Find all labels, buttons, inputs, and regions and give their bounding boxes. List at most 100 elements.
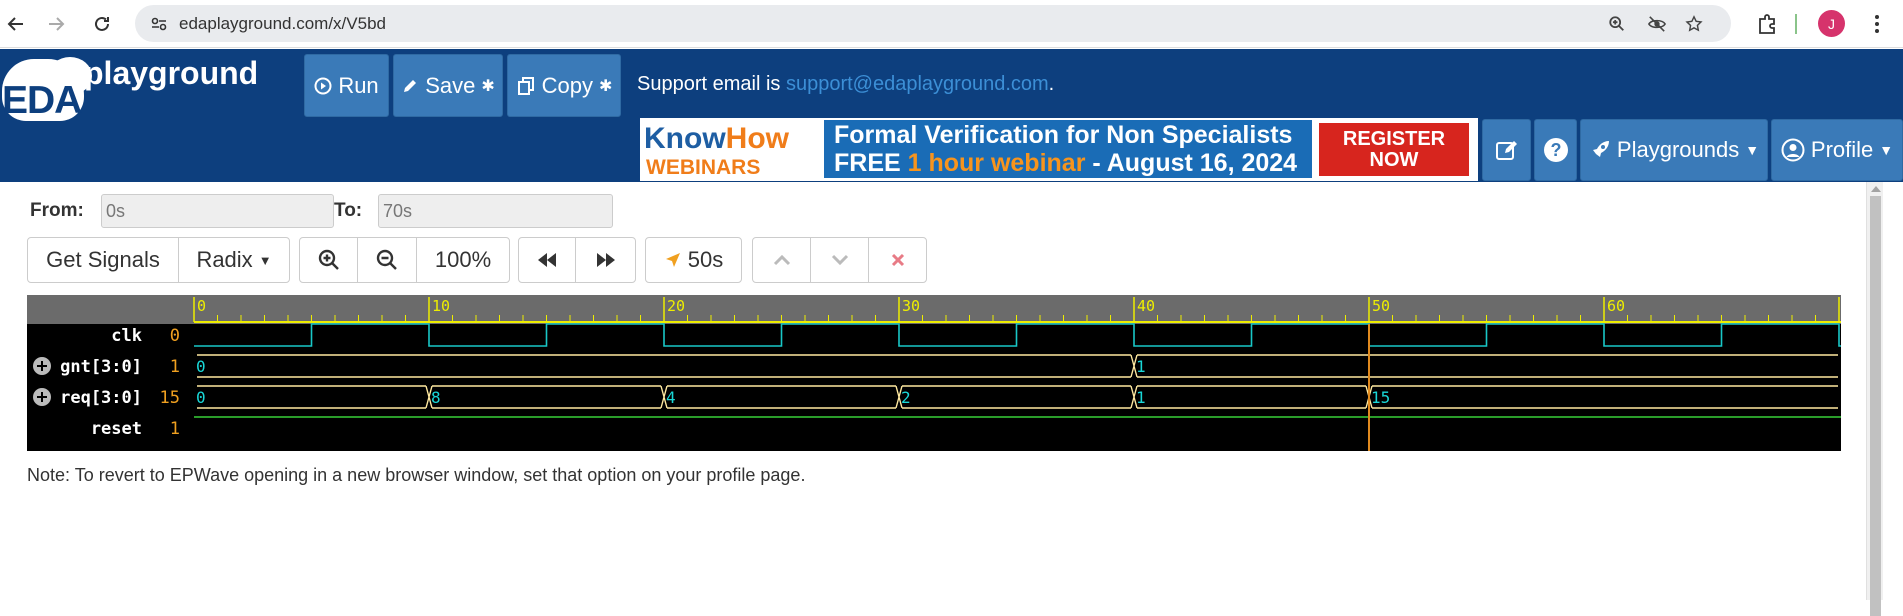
question-circle-icon: ? [1543, 138, 1568, 162]
banner-subtitle-suffix: - August 16, 2024 [1085, 149, 1298, 177]
banner-cta-line2: NOW [1369, 149, 1419, 171]
from-input[interactable] [101, 194, 334, 228]
playgrounds-label: Playgrounds [1616, 137, 1740, 162]
waveform-viewer[interactable]: 0 10 20 30 40 50 60 clk 0gnt[3:0] 1req[3:0] 15res… [27, 295, 1841, 451]
save-label: Save [425, 72, 476, 98]
support-prefix: Support email is [637, 73, 786, 95]
zoom-in-icon [318, 249, 339, 270]
zoom-in-button[interactable] [299, 237, 358, 283]
extensions-icon[interactable] [1752, 9, 1782, 39]
scrollbar-thumb[interactable] [1870, 196, 1881, 616]
banner-webinars-text: WEBINARS [646, 156, 761, 179]
ruler-tick-label: 30 [902, 297, 920, 315]
site-settings-icon[interactable] [149, 14, 169, 34]
prev-transition-button[interactable] [518, 237, 576, 283]
ruler-tick-label: 50 [1372, 297, 1390, 315]
playgrounds-dropdown[interactable]: Playgrounds ▼ [1580, 119, 1768, 181]
support-suffix: . [1048, 73, 1055, 95]
banner-register-button[interactable]: REGISTER NOW [1319, 123, 1469, 176]
to-label: To: [334, 200, 363, 221]
user-circle-icon [1781, 138, 1805, 162]
radix-dropdown[interactable]: Radix ▼ [178, 237, 290, 283]
ruler-tick-label: 60 [1607, 297, 1625, 315]
eda-playground-logo[interactable]: EDA playground [0, 53, 275, 122]
bus-value-label: 0 [196, 388, 206, 407]
ruler-tick-label: 10 [432, 297, 450, 315]
banner-title: Formal Verification for Non Specialists [834, 121, 1293, 149]
menu-kebab-icon[interactable] [1862, 9, 1892, 39]
get-signals-label: Get Signals [46, 247, 160, 272]
banner-subtitle-prefix: FREE [834, 149, 908, 177]
zoom-icon[interactable] [1608, 15, 1626, 33]
caret-down-icon: ▼ [1879, 142, 1894, 158]
signal-value: 1 [170, 419, 180, 439]
pencil-icon [404, 79, 417, 92]
page-scrollbar[interactable] [1866, 182, 1883, 616]
run-label: Run [338, 72, 379, 98]
url-text: edaplayground.com/x/V5bd [179, 14, 386, 33]
save-button[interactable]: Save ✱ [393, 54, 503, 117]
cursor-time-button[interactable]: 50s [645, 237, 742, 283]
banner-brand-how: How [725, 122, 789, 155]
zoom-level-button[interactable]: 100% [416, 237, 510, 283]
note-text: Note: To revert to EPWave opening in a n… [27, 465, 806, 485]
chevron-up-icon [773, 254, 790, 266]
rocket-icon [1592, 141, 1609, 157]
save-modified-mark: ✱ [481, 77, 495, 95]
forward-arrow-icon[interactable] [40, 8, 72, 40]
caret-down-icon: ▼ [1745, 142, 1760, 158]
bus-value-label: 2 [901, 388, 911, 407]
copy-label: Copy [541, 72, 593, 98]
close-icon [891, 253, 904, 267]
fast-forward-icon [596, 253, 615, 267]
bus-value-label: 0 [196, 357, 206, 376]
support-email-text: Support email is support@edaplayground.c… [637, 73, 1054, 96]
bookmark-star-icon[interactable] [1685, 15, 1703, 33]
cursor-time-label: 50s [687, 247, 724, 272]
reload-icon[interactable] [86, 8, 118, 40]
banner-cta-line1: REGISTER [1342, 128, 1446, 150]
banner-subtitle-highlight: 1 hour webinar [907, 149, 1086, 177]
address-bar[interactable]: edaplayground.com/x/V5bd [135, 5, 1731, 42]
scroll-up-arrow[interactable] [1871, 186, 1881, 192]
logo-eda-text: EDA [2, 79, 82, 122]
eda-header: EDA playground Run Save ✱ Copy ✱ Support e… [0, 49, 1903, 182]
zoom-out-button[interactable] [357, 237, 417, 283]
chevron-down-icon [831, 254, 848, 266]
move-up-button[interactable] [752, 237, 811, 283]
move-down-button[interactable] [810, 237, 869, 283]
time-ruler [27, 295, 1841, 324]
from-label: From: [30, 200, 84, 221]
bus-value-label: 1 [1136, 357, 1146, 376]
signal-value: 15 [160, 388, 180, 408]
location-arrow-icon [665, 253, 680, 267]
browser-toolbar: edaplayground.com/x/V5bd J [0, 0, 1903, 48]
to-input[interactable] [378, 194, 613, 228]
signal-name: reset [91, 419, 142, 439]
profile-dropdown[interactable]: Profile ▼ [1771, 119, 1903, 181]
remove-signal-button[interactable] [868, 237, 927, 283]
svg-text:?: ? [1550, 140, 1561, 160]
next-transition-button[interactable] [575, 237, 636, 283]
run-button[interactable]: Run [304, 54, 389, 117]
webinar-banner[interactable]: KnowHow WEBINARS Formal Verification for… [640, 118, 1478, 181]
eye-off-icon[interactable] [1646, 15, 1668, 33]
expand-signal-icon[interactable] [33, 357, 51, 375]
copy-button[interactable]: Copy ✱ [507, 54, 621, 117]
profile-label: Profile [1810, 137, 1874, 162]
ruler-tick-label: 0 [197, 297, 206, 315]
banner-brand-know: Know [644, 122, 726, 155]
banner-brand: KnowHow [644, 122, 789, 156]
back-arrow-icon[interactable] [0, 8, 32, 40]
expand-signal-icon[interactable] [33, 388, 51, 406]
bus-value-label: 1 [1136, 388, 1146, 407]
fast-backward-icon [538, 253, 556, 267]
profile-avatar[interactable]: J [1818, 10, 1845, 37]
help-button[interactable]: ? [1534, 119, 1577, 181]
caret-down-icon: ▼ [258, 252, 272, 268]
support-email-link[interactable]: support@edaplayground.com [786, 73, 1049, 95]
edit-button[interactable] [1482, 119, 1531, 181]
get-signals-button[interactable]: Get Signals [27, 237, 179, 283]
logo-playground-text: playground [84, 55, 259, 91]
ruler-tick-label: 40 [1137, 297, 1155, 315]
